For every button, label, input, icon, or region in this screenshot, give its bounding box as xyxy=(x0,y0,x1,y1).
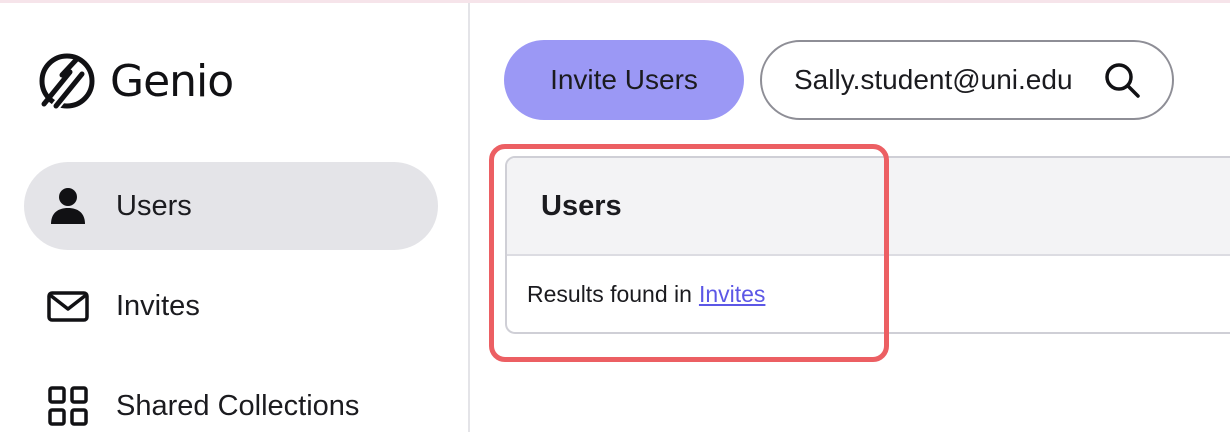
mail-icon xyxy=(46,284,90,328)
invites-link[interactable]: Invites xyxy=(699,281,765,308)
sidebar-item-users[interactable]: Users xyxy=(24,162,438,250)
results-card-header: Users xyxy=(507,158,1230,256)
invite-users-button[interactable]: Invite Users xyxy=(504,40,744,120)
sidebar: Genio Users Invites Shared Collections xyxy=(0,3,470,432)
search-icon[interactable] xyxy=(1102,60,1142,100)
genio-logo-icon xyxy=(39,53,95,111)
sidebar-item-invites[interactable]: Invites xyxy=(24,262,438,350)
app-name: Genio xyxy=(110,55,234,107)
search-input[interactable] xyxy=(794,64,1094,96)
search-box[interactable] xyxy=(760,40,1174,120)
sidebar-item-label: Shared Collections xyxy=(116,389,360,422)
app-root: Genio Users Invites Shared Collections I… xyxy=(0,0,1230,432)
sidebar-item-label: Users xyxy=(116,189,192,222)
results-card-body: Results found in Invites xyxy=(507,256,1230,332)
results-card: Users Results found in Invites xyxy=(505,156,1230,334)
results-text: Results found in xyxy=(527,280,692,307)
user-icon xyxy=(46,184,90,228)
grid-icon xyxy=(46,384,90,428)
sidebar-item-shared-collections[interactable]: Shared Collections xyxy=(24,362,438,432)
sidebar-item-label: Invites xyxy=(116,289,200,322)
genio-logo[interactable]: Genio xyxy=(36,48,234,114)
results-title: Users xyxy=(541,189,622,222)
